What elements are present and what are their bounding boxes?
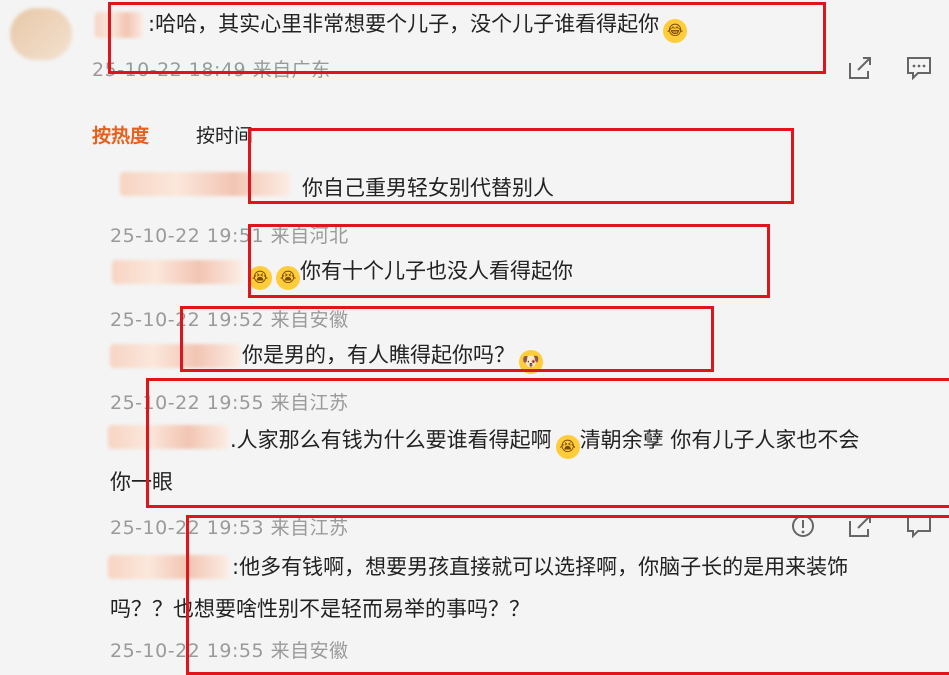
tab-sort-hot[interactable]: 按热度 <box>92 121 149 148</box>
reply-avatar[interactable] <box>112 260 242 284</box>
highlight-box-1 <box>248 128 794 204</box>
share-icon[interactable] <box>846 55 874 81</box>
highlight-box-5 <box>186 515 949 675</box>
highlight-box-4 <box>146 378 949 508</box>
comment-icon[interactable] <box>905 55 933 81</box>
highlight-box-2 <box>248 224 770 298</box>
avatar[interactable] <box>10 8 72 60</box>
tab-sort-time[interactable]: 按时间 <box>196 121 253 148</box>
highlight-box-top <box>108 2 826 74</box>
highlight-box-3 <box>180 306 714 372</box>
